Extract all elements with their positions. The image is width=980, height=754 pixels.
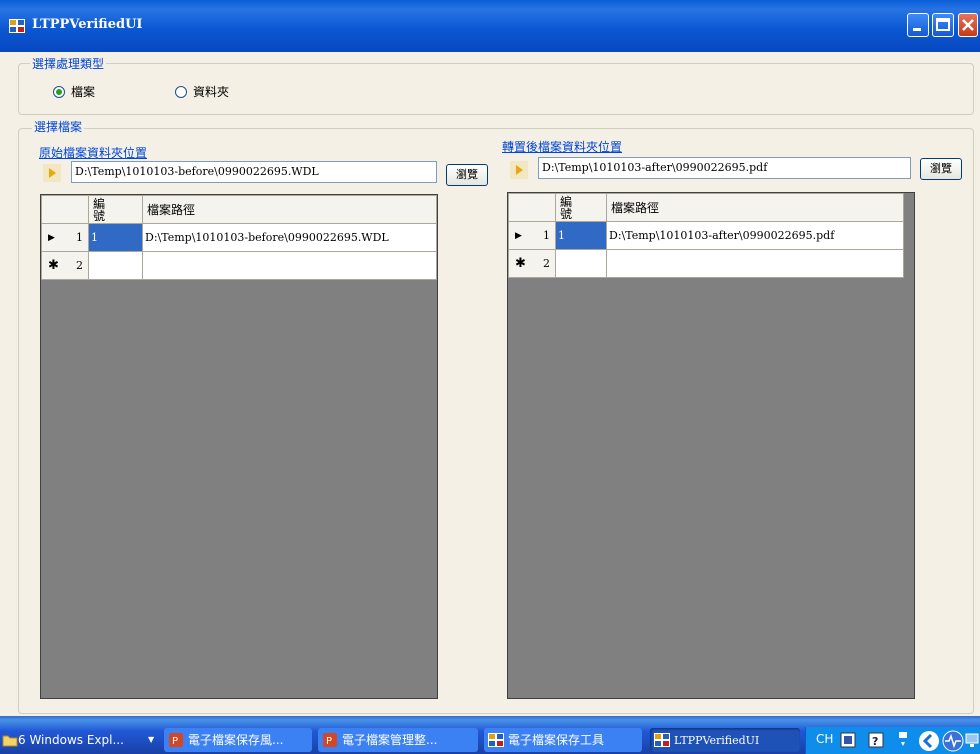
new-row-marker: ✱ xyxy=(48,258,59,273)
main-content: 選擇處理類型 檔案 資料夾 選擇檔案 原始檔案資料夾位置 D:\Temp\101… xyxy=(0,52,980,716)
corner-header xyxy=(41,195,89,224)
cell-path[interactable] xyxy=(606,249,904,278)
table-header-row: 編號 檔案路徑 xyxy=(508,193,904,222)
taskbar-item-tool[interactable]: 電子檔案保存工具 xyxy=(484,728,642,752)
ppt-icon: P xyxy=(169,733,183,747)
column-header-path[interactable]: 檔案路徑 xyxy=(142,195,437,224)
arrow-right-icon xyxy=(43,164,61,182)
cell-path[interactable]: D:\Temp\1010103-before\0990022695.WDL xyxy=(142,223,437,252)
taskbar-item-ppt-2[interactable]: P 電子檔案管理整... xyxy=(318,728,478,752)
radio-file-label: 檔案 xyxy=(71,85,96,99)
table-row-new[interactable]: ✱ 2 xyxy=(508,249,904,278)
taskbar-item-label: 電子檔案保存風... xyxy=(188,733,284,747)
table-row[interactable]: ▶ 1 1 D:\Temp\1010103-after\0990022695.p… xyxy=(508,221,904,250)
row-header[interactable]: ✱ 2 xyxy=(508,249,556,278)
target-grid[interactable]: 編號 檔案路徑 ▶ 1 1 D:\Temp\1010103-after\0990… xyxy=(507,192,915,699)
cell-id[interactable]: 1 xyxy=(88,223,143,252)
app-icon xyxy=(9,19,25,33)
column-header-id[interactable]: 編號 xyxy=(555,193,607,222)
source-grid[interactable]: 編號 檔案路徑 ▶ 1 1 D:\Temp\1010103-before\099… xyxy=(40,194,438,699)
network-icon[interactable] xyxy=(942,730,964,752)
svg-text:P: P xyxy=(172,736,178,747)
svg-text:?: ? xyxy=(872,735,878,748)
table-header-row: 編號 檔案路徑 xyxy=(41,195,437,224)
row-number: 2 xyxy=(543,257,550,270)
app-icon xyxy=(488,733,504,747)
group-arrow-icon: ▼ xyxy=(148,735,155,744)
ime-settings-icon[interactable] xyxy=(896,730,910,750)
current-row-marker: ▶ xyxy=(48,232,55,243)
file-group-label: 選擇檔案 xyxy=(32,118,85,135)
table-row[interactable]: ▶ 1 1 D:\Temp\1010103-before\0990022695.… xyxy=(41,223,437,252)
type-group-label: 選擇處理類型 xyxy=(30,55,107,72)
corner-header xyxy=(508,193,556,222)
ime-icon[interactable] xyxy=(840,732,856,748)
row-number: 2 xyxy=(76,259,83,272)
row-header[interactable]: ▶ 1 xyxy=(41,223,89,252)
ppt-icon: P xyxy=(323,733,337,747)
cell-id[interactable] xyxy=(88,251,143,280)
collapse-arrow-icon[interactable] xyxy=(918,730,940,752)
window-title: LTPPVerifiedUI xyxy=(32,17,143,32)
type-group xyxy=(18,63,974,115)
radio-circle xyxy=(175,85,187,98)
column-header-id-label: 編號 xyxy=(93,196,106,223)
taskbar-item-label: 6 Windows Expl... xyxy=(18,733,124,747)
cell-id[interactable] xyxy=(555,249,607,278)
maximize-icon xyxy=(936,18,950,31)
column-header-id-label: 編號 xyxy=(560,194,573,221)
taskbar-item-explorer[interactable]: 6 Windows Expl... ▼ xyxy=(0,728,158,752)
arrow-right-icon xyxy=(510,161,528,179)
taskbar-item-label: LTPPVerifiedUI xyxy=(674,734,760,747)
source-path-input[interactable]: D:\Temp\1010103-before\0990022695.WDL xyxy=(71,161,437,183)
source-table: 編號 檔案路徑 ▶ 1 1 D:\Temp\1010103-before\099… xyxy=(41,195,437,280)
row-number: 1 xyxy=(543,229,550,242)
svg-text:P: P xyxy=(326,736,332,747)
close-button[interactable] xyxy=(958,13,978,37)
row-header[interactable]: ▶ 1 xyxy=(508,221,556,250)
help-icon[interactable]: ? xyxy=(868,732,884,748)
taskbar-item-ltpp[interactable]: LTPPVerifiedUI xyxy=(650,728,800,752)
radio-folder-label: 資料夾 xyxy=(193,85,230,99)
radio-circle xyxy=(53,85,65,98)
folder-icon xyxy=(2,735,18,747)
taskbar: 6 Windows Expl... ▼ P 電子檔案保存風... P 電子檔案管… xyxy=(0,716,980,754)
row-header[interactable]: ✱ 2 xyxy=(41,251,89,280)
taskbar-item-label: 電子檔案保存工具 xyxy=(508,733,605,747)
row-number: 1 xyxy=(76,231,83,244)
language-indicator[interactable]: CH xyxy=(816,732,833,746)
column-header-path[interactable]: 檔案路徑 xyxy=(606,193,904,222)
display-icon[interactable] xyxy=(964,731,980,749)
target-browse-button[interactable]: 瀏覽 xyxy=(920,158,962,180)
cell-path[interactable] xyxy=(142,251,437,280)
radio-file[interactable]: 檔案 xyxy=(53,83,95,100)
current-row-marker: ▶ xyxy=(515,230,522,241)
system-tray: CH ? xyxy=(805,727,980,754)
cell-id[interactable]: 1 xyxy=(555,221,607,250)
radio-folder[interactable]: 資料夾 xyxy=(175,83,229,100)
taskbar-item-label: 電子檔案管理整... xyxy=(342,733,438,747)
title-bar[interactable]: LTPPVerifiedUI xyxy=(0,0,980,52)
close-icon xyxy=(962,19,974,31)
target-path-input[interactable]: D:\Temp\1010103-after\0990022695.pdf xyxy=(538,157,911,179)
source-folder-label: 原始檔案資料夾位置 xyxy=(39,146,148,160)
column-header-id[interactable]: 編號 xyxy=(88,195,143,224)
target-table: 編號 檔案路徑 ▶ 1 1 D:\Temp\1010103-after\0990… xyxy=(508,193,904,278)
radio-dot xyxy=(56,88,62,95)
minimize-icon xyxy=(913,28,921,31)
maximize-button[interactable] xyxy=(932,13,954,37)
minimize-button[interactable] xyxy=(907,13,929,37)
taskbar-item-ppt-1[interactable]: P 電子檔案保存風... xyxy=(164,728,312,752)
cell-path[interactable]: D:\Temp\1010103-after\0990022695.pdf xyxy=(606,221,904,250)
target-folder-label: 轉置後檔案資料夾位置 xyxy=(502,140,623,154)
app-icon xyxy=(654,733,670,747)
table-row-new[interactable]: ✱ 2 xyxy=(41,251,437,280)
source-browse-button[interactable]: 瀏覽 xyxy=(446,164,488,186)
new-row-marker: ✱ xyxy=(515,256,526,271)
